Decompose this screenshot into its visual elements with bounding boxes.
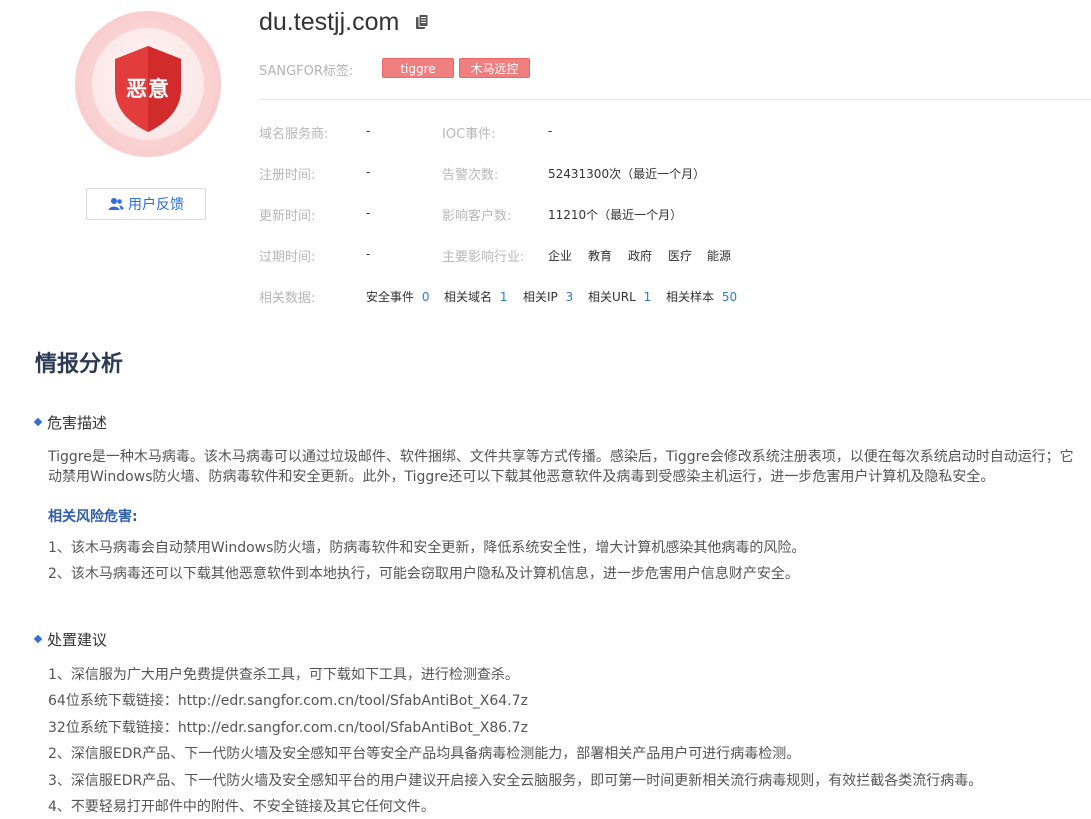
related-item-label: 相关样本: [666, 290, 715, 304]
advice-heading-text: 处置建议: [47, 631, 108, 649]
related-label: 相关数据:: [259, 291, 316, 306]
registrar-label: 域名服务商:: [259, 127, 329, 142]
related-samples[interactable]: 相关样本 50: [666, 288, 737, 305]
copy-icon[interactable]: [415, 14, 429, 30]
diamond-icon: [33, 634, 43, 643]
harm-heading: 危害描述: [33, 412, 108, 433]
risk-item: 2、该木马病毒还可以下载其他恶意软件到本地执行，可能会窃取用户隐私及计算机信息，…: [48, 566, 799, 582]
ioc-value: -: [548, 124, 553, 138]
industry-item: 教育: [588, 249, 613, 263]
customers-label: 影响客户数:: [442, 209, 512, 224]
reg-time-label: 注册时间:: [259, 168, 316, 183]
registrar-value: -: [366, 124, 371, 138]
customers-value: 11210个（最近一个月）: [548, 208, 683, 222]
alerts-label: 告警次数:: [442, 168, 499, 183]
tag-tiggre[interactable]: tiggre: [382, 58, 454, 78]
related-item-count[interactable]: 3: [566, 290, 574, 304]
related-item-count[interactable]: 50: [722, 290, 737, 304]
advice-item: 3、深信服EDR产品、下一代防火墙及安全感知平台的用户建议开启接入安全云脑服务，…: [48, 773, 983, 789]
malicious-badge: 恶意: [75, 11, 221, 157]
badge-label: 恶意: [126, 77, 170, 101]
industry-item: 企业: [548, 249, 573, 263]
ioc-label: IOC事件:: [442, 127, 496, 142]
diamond-icon: [33, 417, 43, 426]
expire-time-value: -: [366, 247, 371, 261]
expire-time-label: 过期时间:: [259, 250, 316, 265]
related-item-label: 相关IP: [523, 290, 558, 304]
related-item-label: 相关域名: [444, 290, 493, 304]
risk-title: 相关风险危害:: [48, 509, 138, 525]
header-divider: [259, 99, 1091, 100]
related-item-label: 相关URL: [588, 290, 636, 304]
related-item-count[interactable]: 0: [422, 290, 430, 304]
section-title: 情报分析: [35, 352, 124, 377]
risk-item: 1、该木马病毒会自动禁用Windows防火墙，防病毒软件和安全更新，降低系统安全…: [48, 540, 806, 556]
feedback-label: 用户反馈: [128, 197, 184, 213]
update-time-value: -: [366, 206, 371, 220]
related-ips[interactable]: 相关IP 3: [523, 288, 573, 305]
sangfor-tag-label: SANGFOR标签:: [259, 64, 354, 79]
industry-item: 医疗: [668, 249, 693, 263]
related-item-label: 安全事件: [366, 290, 415, 304]
industry-label: 主要影响行业:: [442, 250, 525, 265]
advice-heading: 处置建议: [33, 629, 108, 650]
advice-item: 1、深信服为广大用户免费提供查杀工具，可下载如下工具，进行检测查杀。: [48, 667, 519, 683]
domain-title: du.testjj.com: [259, 8, 400, 36]
related-domains[interactable]: 相关域名 1: [444, 288, 507, 305]
user-feedback-button[interactable]: 用户反馈: [86, 188, 206, 220]
download-link-32[interactable]: 32位系统下载链接：http://edr.sangfor.com.cn/tool…: [48, 716, 528, 740]
advice-item: 4、不要轻易打开邮件中的附件、不安全链接及其它任何文件。: [48, 799, 435, 815]
advice-item: 2、深信服EDR产品、下一代防火墙及安全感知平台等安全产品均具备病毒检测能力，部…: [48, 746, 801, 762]
related-item-count[interactable]: 1: [644, 290, 652, 304]
alerts-value: 52431300次（最近一个月）: [548, 167, 706, 181]
harm-description-line: 动禁用Windows防火墙、防病毒软件和安全更新。此外，Tiggre还可以下载其…: [48, 469, 995, 485]
related-item-count[interactable]: 1: [500, 290, 508, 304]
download-link-64[interactable]: 64位系统下载链接：http://edr.sangfor.com.cn/tool…: [48, 689, 528, 713]
industry-item: 能源: [707, 249, 732, 263]
update-time-label: 更新时间:: [259, 209, 316, 224]
reg-time-value: -: [366, 165, 371, 179]
users-icon: [108, 198, 124, 210]
industry-item: 政府: [628, 249, 653, 263]
related-security-events[interactable]: 安全事件 0: [366, 288, 429, 305]
harm-heading-text: 危害描述: [47, 414, 108, 432]
tag-trojan-remote[interactable]: 木马远控: [459, 58, 530, 78]
related-urls[interactable]: 相关URL 1: [588, 288, 651, 305]
